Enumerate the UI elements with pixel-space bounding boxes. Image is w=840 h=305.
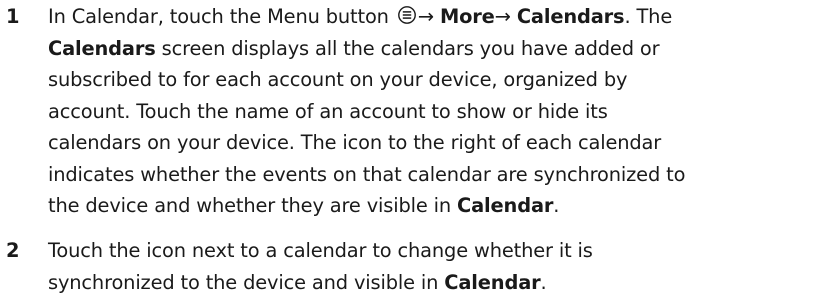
text-line: Calendars screen displays all the calend… (48, 33, 840, 65)
step-text: In Calendar, touch the Menu button → Mor… (48, 1, 840, 222)
text-run: screen displays all the calendars you ha… (155, 36, 660, 60)
bold-term-calendars: Calendars (516, 5, 625, 28)
text-line: calendars on your device. The icon to th… (48, 131, 662, 154)
text-line: Touch the icon next to a calendar to cha… (48, 239, 593, 262)
text-run: . (540, 270, 547, 294)
text-line: the device and whether they are visible … (48, 190, 840, 222)
text-line: In Calendar, touch the Menu button → Mor… (48, 1, 840, 33)
arrow-text: → (494, 5, 517, 28)
text-line: synchronized to the device and visible i… (48, 267, 840, 299)
bold-term-calendar: Calendar (444, 270, 541, 294)
text-run: synchronized to the device and visible i… (48, 270, 445, 294)
text-line: indicates whether the events on that cal… (48, 162, 686, 186)
arrow-text: → (417, 5, 440, 28)
bold-term-calendars: Calendars (48, 36, 156, 60)
step-number: 1 (6, 5, 20, 28)
bold-term-calendar: Calendar (457, 194, 554, 217)
text-run: In Calendar, touch the Menu button (48, 5, 395, 28)
text-line: account. Touch the name of an account to… (48, 99, 608, 123)
text-run: . The (624, 5, 673, 28)
menu-icon (397, 6, 416, 24)
text-run: . (553, 194, 560, 217)
bold-term-more: More (439, 5, 495, 28)
instruction-document: 1 In Calendar, touch the Menu button → M… (0, 0, 840, 305)
step-number: 2 (6, 239, 20, 262)
text-line: subscribed to for each account on your d… (48, 68, 628, 91)
step-text: Touch the icon next to a calendar to cha… (48, 235, 840, 298)
text-run: the device and whether they are visible … (48, 194, 458, 217)
